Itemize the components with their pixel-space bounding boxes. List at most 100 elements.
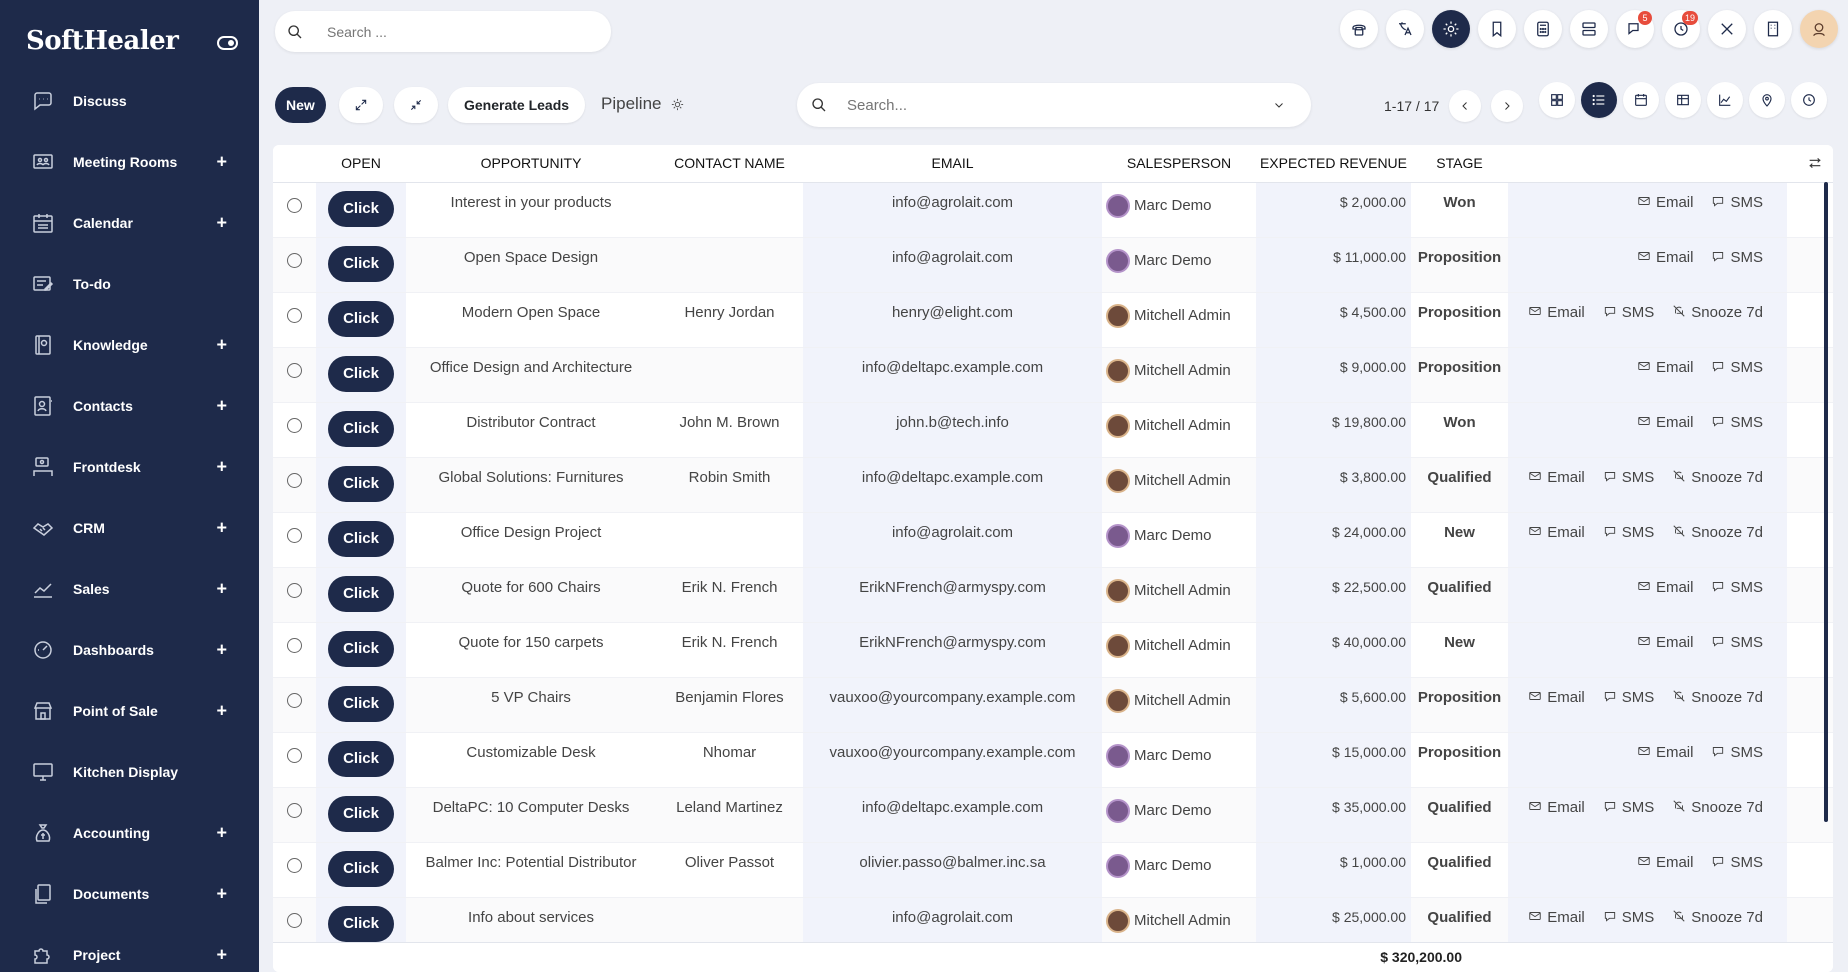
stage-cell[interactable]: New	[1411, 622, 1508, 678]
sms-action-button[interactable]: SMS	[1603, 689, 1654, 707]
plus-icon[interactable]: +	[216, 212, 227, 233]
open-click-button[interactable]: Click	[328, 905, 394, 942]
plus-icon[interactable]: +	[216, 822, 227, 843]
table-row[interactable]: Click 5 VP Chairs Benjamin Flores vauxoo@yo…	[273, 677, 1833, 733]
tools-icon[interactable]	[1708, 10, 1746, 48]
contact-cell[interactable]	[656, 182, 803, 238]
sms-action-button[interactable]: SMS	[1603, 524, 1654, 542]
opportunity-cell[interactable]: Open Space Design	[406, 237, 656, 293]
table-scrollbar[interactable]	[1824, 182, 1828, 822]
stage-cell[interactable]: Qualified	[1411, 567, 1508, 623]
contact-cell[interactable]: Robin Smith	[656, 457, 803, 513]
salesperson-cell[interactable]: Mitchell Admin	[1102, 677, 1256, 733]
row-select-radio[interactable]	[287, 692, 302, 708]
email-action-button[interactable]: Email	[1637, 194, 1693, 212]
email-action-button[interactable]: Email	[1528, 689, 1585, 707]
sms-action-button[interactable]: SMS	[1603, 469, 1654, 487]
collapse-button[interactable]	[394, 87, 438, 123]
column-open[interactable]: OPEN	[316, 145, 406, 183]
open-click-button[interactable]: Click	[328, 575, 394, 612]
row-select-radio[interactable]	[287, 197, 302, 213]
generate-leads-button[interactable]: Generate Leads	[448, 87, 586, 123]
contact-cell[interactable]: Henry Jordan	[656, 292, 803, 348]
email-action-button[interactable]: Email	[1637, 249, 1693, 267]
table-row[interactable]: Click Open Space Design info@agrolait.com M…	[273, 237, 1833, 293]
expected-revenue-cell[interactable]: $ 1,000.00	[1256, 842, 1411, 898]
salesperson-cell[interactable]: Marc Demo	[1102, 512, 1256, 568]
snooze-action-button[interactable]: Snooze 7d	[1672, 909, 1763, 927]
salesperson-cell[interactable]: Marc Demo	[1102, 182, 1256, 238]
expected-revenue-cell[interactable]: $ 24,000.00	[1256, 512, 1411, 568]
expected-revenue-cell[interactable]: $ 4,500.00	[1256, 292, 1411, 348]
search-input[interactable]	[847, 96, 1267, 114]
sms-action-button[interactable]: SMS	[1711, 744, 1763, 762]
table-row[interactable]: Click Quote for 150 carpets Erik N. French…	[273, 622, 1833, 678]
stage-cell[interactable]: Proposition	[1411, 732, 1508, 788]
column-email[interactable]: EMAIL	[803, 145, 1102, 183]
open-click-button[interactable]: Click	[328, 190, 394, 227]
opportunity-cell[interactable]: 5 VP Chairs	[406, 677, 656, 733]
brand-logo[interactable]: SoftHealer	[26, 26, 179, 56]
salesperson-cell[interactable]: Mitchell Admin	[1102, 622, 1256, 678]
sms-action-button[interactable]: SMS	[1711, 854, 1763, 872]
salesperson-cell[interactable]: Mitchell Admin	[1102, 457, 1256, 513]
email-cell[interactable]: vauxoo@yourcompany.example.com	[803, 677, 1102, 733]
plus-icon[interactable]: +	[216, 456, 227, 477]
email-cell[interactable]: info@deltapc.example.com	[803, 347, 1102, 403]
email-cell[interactable]: ErikNFrench@armyspy.com	[803, 622, 1102, 678]
table-row[interactable]: Click Interest in your products info@agrol…	[273, 182, 1833, 238]
pager-value[interactable]: 1-17 / 17	[1384, 98, 1439, 114]
sidebar-item-project[interactable]: Project +	[0, 924, 259, 972]
email-action-button[interactable]: Email	[1637, 744, 1693, 762]
open-click-button[interactable]: Click	[328, 795, 394, 832]
sidebar-item-contacts[interactable]: Contacts +	[0, 375, 259, 436]
activity-clock-icon[interactable]: 19	[1662, 10, 1700, 48]
row-select-radio[interactable]	[287, 472, 302, 488]
sms-action-button[interactable]: SMS	[1603, 799, 1654, 817]
contact-cell[interactable]: Oliver Passot	[656, 842, 803, 898]
opportunity-cell[interactable]: Balmer Inc: Potential Distributor	[406, 842, 656, 898]
row-select-radio[interactable]	[287, 582, 302, 598]
map-view-button[interactable]	[1749, 82, 1785, 118]
email-cell[interactable]: ErikNFrench@armyspy.com	[803, 567, 1102, 623]
messages-icon[interactable]: 5	[1616, 10, 1654, 48]
email-action-button[interactable]: Email	[1637, 854, 1693, 872]
sms-action-button[interactable]: SMS	[1711, 414, 1763, 432]
email-action-button[interactable]: Email	[1637, 359, 1693, 377]
contact-cell[interactable]: Erik N. French	[656, 622, 803, 678]
sms-action-button[interactable]: SMS	[1711, 249, 1763, 267]
opportunity-cell[interactable]: Modern Open Space	[406, 292, 656, 348]
salesperson-cell[interactable]: Mitchell Admin	[1102, 347, 1256, 403]
sms-action-button[interactable]: SMS	[1711, 359, 1763, 377]
opportunity-cell[interactable]: DeltaPC: 10 Computer Desks	[406, 787, 656, 843]
row-select-radio[interactable]	[287, 417, 302, 433]
open-click-button[interactable]: Click	[328, 740, 394, 777]
contact-cell[interactable]: Benjamin Flores	[656, 677, 803, 733]
expected-revenue-cell[interactable]: $ 15,000.00	[1256, 732, 1411, 788]
plus-icon[interactable]: +	[216, 578, 227, 599]
email-action-button[interactable]: Email	[1637, 634, 1693, 652]
sidebar-item-calendar[interactable]: Calendar +	[0, 192, 259, 253]
open-click-button[interactable]: Click	[328, 465, 394, 502]
kanban-view-button[interactable]	[1539, 82, 1575, 118]
table-row[interactable]: Click Global Solutions: Furnitures Robin S…	[273, 457, 1833, 513]
contact-cell[interactable]: Leland Martinez	[656, 787, 803, 843]
contact-cell[interactable]	[656, 512, 803, 568]
sidebar-item-discuss[interactable]: Discuss	[0, 70, 259, 131]
row-select-radio[interactable]	[287, 747, 302, 763]
table-row[interactable]: Click Office Design Project info@agrolait.…	[273, 512, 1833, 568]
activity-view-button[interactable]	[1791, 82, 1827, 118]
row-select-radio[interactable]	[287, 912, 302, 928]
stage-cell[interactable]: Qualified	[1411, 842, 1508, 898]
plus-icon[interactable]: +	[216, 517, 227, 538]
select-all-column[interactable]	[273, 145, 316, 183]
email-cell[interactable]: john.b@tech.info	[803, 402, 1102, 458]
open-click-button[interactable]: Click	[328, 520, 394, 557]
gear-icon[interactable]	[670, 97, 685, 112]
stage-cell[interactable]: Proposition	[1411, 677, 1508, 733]
email-action-button[interactable]: Email	[1528, 909, 1585, 927]
list-view-button[interactable]	[1581, 82, 1617, 118]
opportunity-cell[interactable]: Customizable Desk	[406, 732, 656, 788]
open-click-button[interactable]: Click	[328, 410, 394, 447]
row-select-radio[interactable]	[287, 637, 302, 653]
